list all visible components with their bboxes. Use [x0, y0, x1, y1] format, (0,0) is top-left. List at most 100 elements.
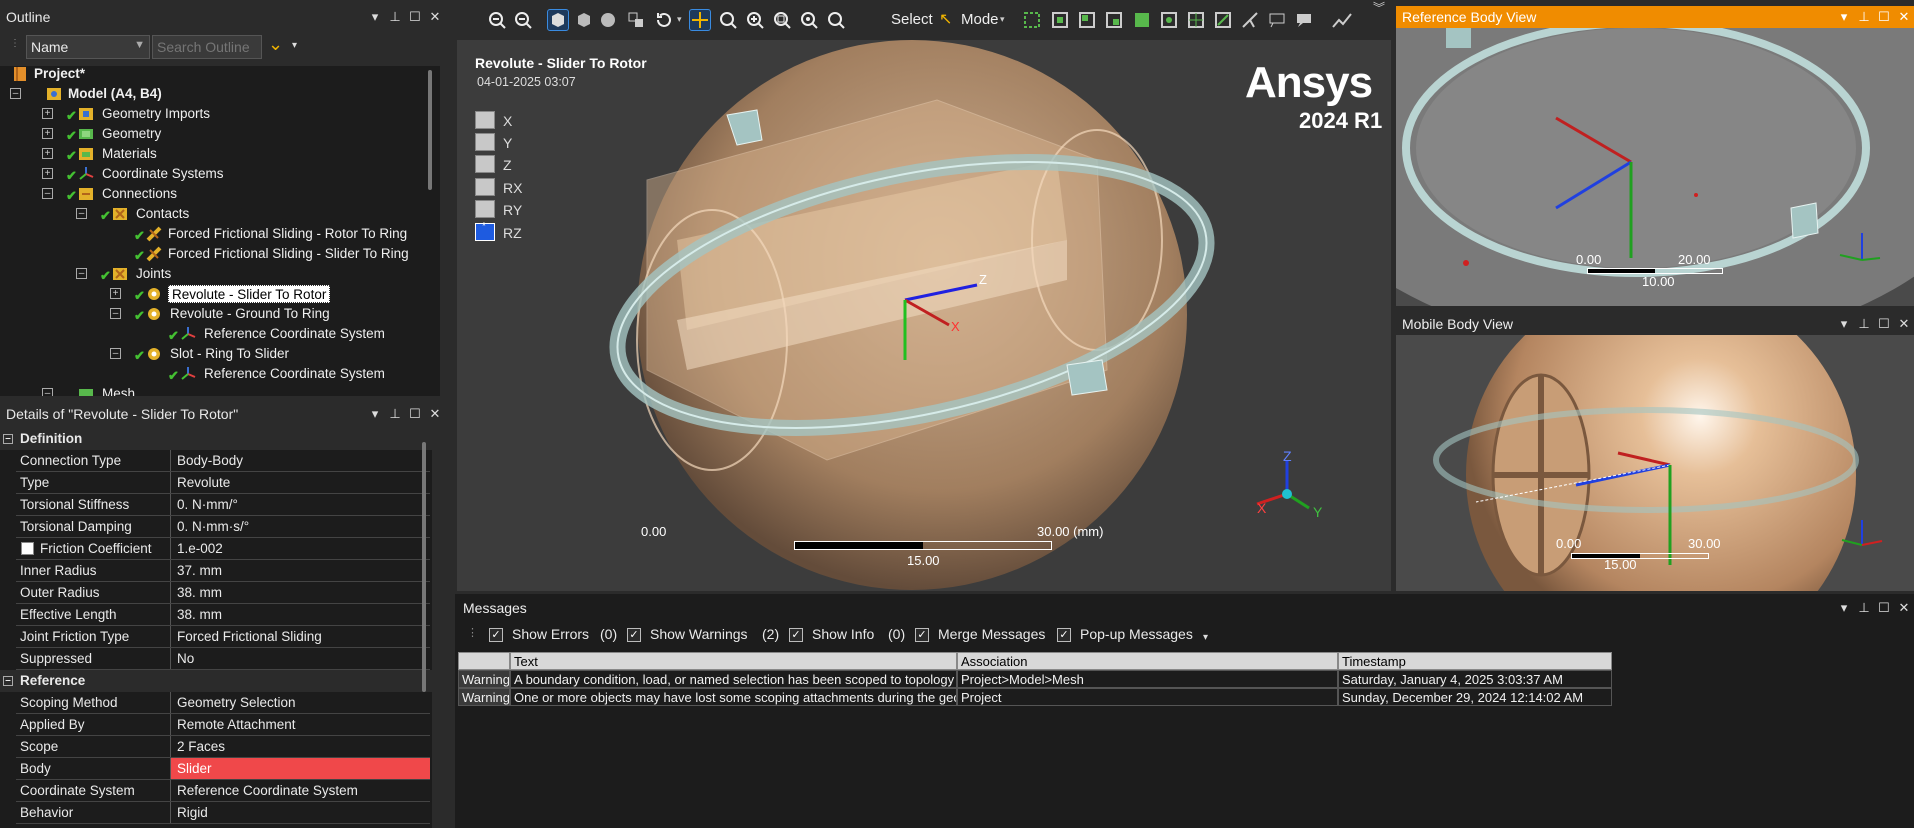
- search-options-icon[interactable]: ⌄: [268, 34, 283, 55]
- detail-row[interactable]: Type Revolute: [16, 472, 430, 494]
- expand-icon[interactable]: +: [42, 128, 53, 139]
- collapse-icon[interactable]: –: [76, 208, 87, 219]
- detail-value[interactable]: Body-Body: [170, 450, 430, 471]
- maximize-icon[interactable]: ☐: [409, 403, 421, 425]
- detail-row[interactable]: Torsional Damping 0. N·mm·s/°: [16, 516, 430, 538]
- expand-icon[interactable]: +: [110, 288, 121, 299]
- expand-icon[interactable]: +: [42, 108, 53, 119]
- select-mesh-icon[interactable]: [1185, 9, 1207, 31]
- detail-value[interactable]: Forced Frictional Sliding: [170, 626, 430, 647]
- cursor-mode-icon[interactable]: ↖: [939, 9, 952, 29]
- close-icon[interactable]: ✕: [429, 6, 441, 28]
- dropdown-icon[interactable]: ▾: [369, 403, 381, 425]
- select-vertex-icon[interactable]: [1021, 9, 1043, 31]
- collapse-icon[interactable]: –: [76, 268, 87, 279]
- message-association[interactable]: Project: [957, 688, 1338, 706]
- detail-row[interactable]: Applied By Remote Attachment: [16, 714, 430, 736]
- mode-dropdown-icon[interactable]: ▾: [1000, 14, 1005, 25]
- pan-icon[interactable]: [689, 9, 711, 31]
- details-scrollbar[interactable]: [422, 442, 426, 692]
- show-vertices-icon[interactable]: [625, 9, 647, 31]
- view-cube-icon[interactable]: [547, 9, 569, 31]
- detail-row[interactable]: Torsional Stiffness 0. N·mm/°: [16, 494, 430, 516]
- mobile-body-viewport[interactable]: 0.00 30.00 15.00: [1396, 335, 1914, 591]
- detail-row[interactable]: Inner Radius 37. mm: [16, 560, 430, 582]
- search-menu-icon[interactable]: ▾: [292, 40, 297, 51]
- rotate-icon[interactable]: [653, 9, 675, 31]
- detail-value[interactable]: Rigid: [170, 802, 430, 823]
- mode-button[interactable]: Mode: [961, 11, 999, 28]
- pin-icon[interactable]: ⊥: [1858, 316, 1870, 332]
- collapse-icon[interactable]: –: [110, 308, 121, 319]
- collapse-icon[interactable]: –: [42, 388, 53, 396]
- solid-view-icon[interactable]: [573, 9, 595, 31]
- detail-value[interactable]: 0. N·mm/°: [170, 494, 430, 515]
- dropdown-icon[interactable]: ▾: [1838, 600, 1850, 616]
- expand-icon[interactable]: +: [42, 168, 53, 179]
- close-icon[interactable]: ✕: [1898, 600, 1910, 616]
- message-association[interactable]: Project>Model>Mesh: [957, 670, 1338, 688]
- graph-icon[interactable]: [1331, 9, 1353, 31]
- detail-value[interactable]: Reference Coordinate System: [170, 780, 430, 801]
- dropdown-icon[interactable]: ▾: [369, 6, 381, 28]
- select-body-icon[interactable]: [1103, 9, 1125, 31]
- select-node-icon[interactable]: [1158, 9, 1180, 31]
- column-header-type[interactable]: [458, 652, 510, 670]
- close-icon[interactable]: ✕: [1898, 9, 1910, 25]
- detail-value[interactable]: Revolute: [170, 472, 430, 493]
- select-button[interactable]: Select: [891, 11, 933, 28]
- magnifier-icon[interactable]: [825, 9, 847, 31]
- detail-row[interactable]: Coordinate System Reference Coordinate Sy…: [16, 780, 430, 802]
- column-header-text[interactable]: Text: [510, 652, 957, 670]
- detail-value[interactable]: 1.e-002: [170, 538, 430, 559]
- outline-search-input[interactable]: [152, 35, 262, 59]
- show-info-checkbox[interactable]: ✓: [789, 628, 803, 642]
- dropdown-icon[interactable]: ▾: [1838, 316, 1850, 332]
- zoom-out-icon[interactable]: [486, 9, 508, 31]
- message-type[interactable]: Warning: [458, 670, 510, 688]
- maximize-icon[interactable]: ☐: [409, 6, 421, 28]
- merge-messages-checkbox[interactable]: ✓: [915, 628, 929, 642]
- close-icon[interactable]: ✕: [429, 403, 441, 425]
- box-zoom-icon[interactable]: [744, 9, 766, 31]
- collapse-icon[interactable]: –: [42, 188, 53, 199]
- pin-icon[interactable]: ⊥: [1858, 600, 1870, 616]
- dropdown-icon[interactable]: ▾: [1838, 9, 1850, 25]
- zoom-in-icon[interactable]: [512, 9, 534, 31]
- collapse-icon[interactable]: –: [3, 434, 13, 444]
- detail-value[interactable]: No: [170, 648, 430, 669]
- zoom-icon[interactable]: [717, 9, 739, 31]
- pin-icon[interactable]: ⊥: [1858, 9, 1870, 25]
- column-header-timestamp[interactable]: Timestamp: [1338, 652, 1612, 670]
- select-element-icon[interactable]: [1131, 9, 1153, 31]
- detail-value[interactable]: Geometry Selection: [170, 692, 430, 713]
- detail-value[interactable]: 38. mm: [170, 604, 430, 625]
- show-warnings-checkbox[interactable]: ✓: [627, 628, 641, 642]
- detail-row[interactable]: Suppressed No: [16, 648, 430, 670]
- detail-value[interactable]: Remote Attachment: [170, 714, 430, 735]
- collapse-icon[interactable]: –: [10, 88, 21, 99]
- reference-body-viewport[interactable]: 0.00 20.00 10.00: [1396, 28, 1914, 306]
- fit-selection-icon[interactable]: [798, 9, 820, 31]
- display-style-icon[interactable]: [597, 9, 619, 31]
- message-timestamp[interactable]: Saturday, January 4, 2025 3:03:37 AM: [1338, 670, 1612, 688]
- show-errors-checkbox[interactable]: ✓: [489, 628, 503, 642]
- maximize-icon[interactable]: ☐: [1878, 600, 1890, 616]
- rotate-dropdown-icon[interactable]: ▾: [677, 14, 682, 25]
- zoom-to-fit-icon[interactable]: [771, 9, 793, 31]
- popup-dropdown-icon[interactable]: ▾: [1203, 632, 1208, 643]
- pin-icon[interactable]: ⊥: [389, 403, 401, 425]
- detail-value[interactable]: 2 Faces: [170, 736, 430, 757]
- comment-icon[interactable]: [1293, 9, 1315, 31]
- detail-row[interactable]: Effective Length 38. mm: [16, 604, 430, 626]
- message-text[interactable]: One or more objects may have lost some s…: [510, 688, 957, 706]
- detail-row[interactable]: Scoping Method Geometry Selection: [16, 692, 430, 714]
- maximize-icon[interactable]: ☐: [1878, 9, 1890, 25]
- select-edge-icon[interactable]: [1049, 9, 1071, 31]
- pin-icon[interactable]: ⊥: [389, 6, 401, 28]
- popup-messages-checkbox[interactable]: ✓: [1057, 628, 1071, 642]
- section-reference[interactable]: – Reference: [0, 670, 432, 692]
- detail-value[interactable]: 0. N·mm·s/°: [170, 516, 430, 537]
- outline-scrollbar[interactable]: [428, 70, 432, 190]
- maximize-icon[interactable]: ☐: [1878, 316, 1890, 332]
